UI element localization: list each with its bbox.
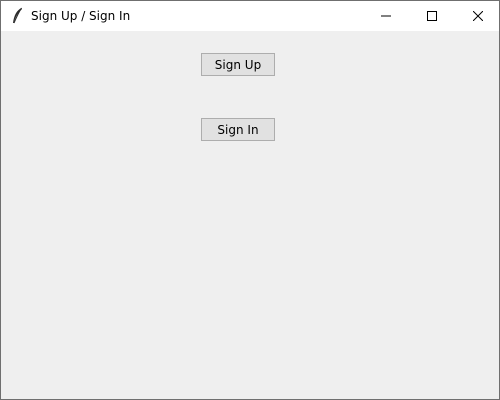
minimize-button[interactable] <box>363 1 409 31</box>
feather-icon <box>10 7 24 25</box>
sign-up-button[interactable]: Sign Up <box>201 53 275 76</box>
app-window: Sign Up / Sign In Sign Up Sign In <box>0 0 500 400</box>
sign-in-button[interactable]: Sign In <box>201 118 275 141</box>
close-icon <box>473 11 483 21</box>
client-area: Sign Up Sign In <box>1 31 499 399</box>
close-button[interactable] <box>455 1 500 31</box>
maximize-icon <box>427 11 437 21</box>
minimize-icon <box>381 11 391 21</box>
maximize-button[interactable] <box>409 1 455 31</box>
window-title: Sign Up / Sign In <box>31 9 131 23</box>
title-bar[interactable]: Sign Up / Sign In <box>1 1 499 31</box>
